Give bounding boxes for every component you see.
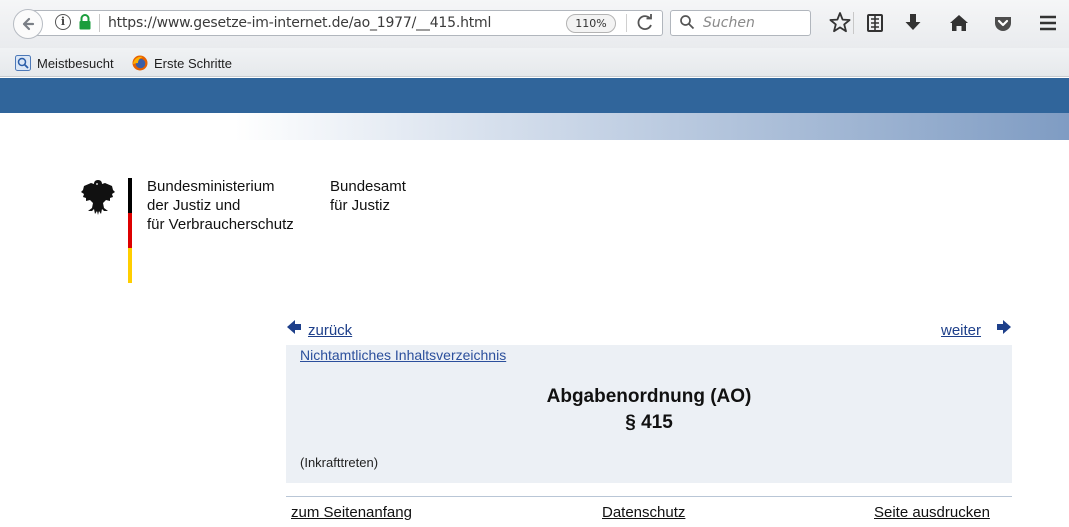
bookmark-label: Erste Schritte	[154, 55, 233, 71]
back-button[interactable]	[13, 9, 43, 39]
bookmark-star-icon[interactable]	[827, 10, 853, 36]
reload-icon[interactable]	[634, 12, 656, 34]
bookmark-label: Meistbesucht	[37, 55, 114, 71]
url-divider	[99, 14, 100, 32]
bookmark-getting-started[interactable]: Erste Schritte	[132, 53, 232, 73]
privacy-link[interactable]: Datenschutz	[602, 504, 685, 521]
header-gradient	[0, 113, 1069, 140]
reader-list-icon[interactable]	[862, 10, 888, 36]
back-link[interactable]: zurück	[308, 322, 352, 339]
forward-arrow-icon[interactable]	[996, 319, 1012, 335]
section-number: § 415	[625, 412, 673, 433]
flag-stripe-gold	[128, 248, 132, 283]
ministry-line: Bundesministerium	[147, 178, 275, 195]
toc-link[interactable]: Nichtamtliches Inhaltsverzeichnis	[300, 347, 506, 363]
nav-back: zurück	[308, 322, 352, 342]
url-text[interactable]: https://www.gesetze-im-internet.de/ao_19…	[108, 15, 491, 31]
back-arrow-icon[interactable]	[286, 319, 302, 335]
federal-eagle-icon	[81, 180, 115, 215]
ministry-name: Bundesministerium der Justiz und für Ver…	[147, 177, 327, 234]
flag-stripe-black	[128, 178, 132, 213]
section-heading: (Inkrafttreten)	[300, 455, 379, 470]
pocket-icon[interactable]	[990, 10, 1016, 36]
firefox-icon	[132, 55, 148, 71]
search-placeholder[interactable]: Suchen	[703, 15, 755, 31]
office-line: für Justiz	[330, 197, 391, 214]
page-top-link[interactable]: zum Seitenanfang	[291, 504, 412, 521]
lock-icon[interactable]	[78, 13, 92, 31]
flag-stripe-red	[128, 213, 132, 248]
bookmark-most-visited[interactable]: Meistbesucht	[15, 53, 114, 73]
header-band	[0, 78, 1069, 113]
download-icon[interactable]	[900, 10, 926, 36]
zoom-indicator[interactable]: 110%	[566, 14, 616, 33]
home-icon[interactable]	[946, 10, 972, 36]
office-name: Bundesamt für Justiz	[330, 177, 450, 215]
office-line: Bundesamt	[330, 178, 406, 195]
nav-forward: weiter	[941, 322, 981, 342]
forward-link[interactable]: weiter	[941, 322, 981, 339]
law-title: Abgabenordnung (AO)	[546, 386, 752, 407]
menu-icon[interactable]	[1035, 10, 1061, 36]
ministry-line: für Verbraucherschutz	[147, 216, 294, 233]
back-arrow-icon	[22, 17, 35, 31]
print-link[interactable]: Seite ausdrucken	[874, 504, 990, 521]
zoom-divider	[626, 14, 627, 32]
search-icon	[680, 15, 695, 30]
site-info-icon[interactable]: i	[55, 14, 71, 30]
footer-divider	[286, 496, 1012, 497]
most-visited-icon	[15, 55, 31, 71]
toolbar-separator	[853, 12, 854, 34]
ministry-line: der Justiz und	[147, 197, 241, 214]
